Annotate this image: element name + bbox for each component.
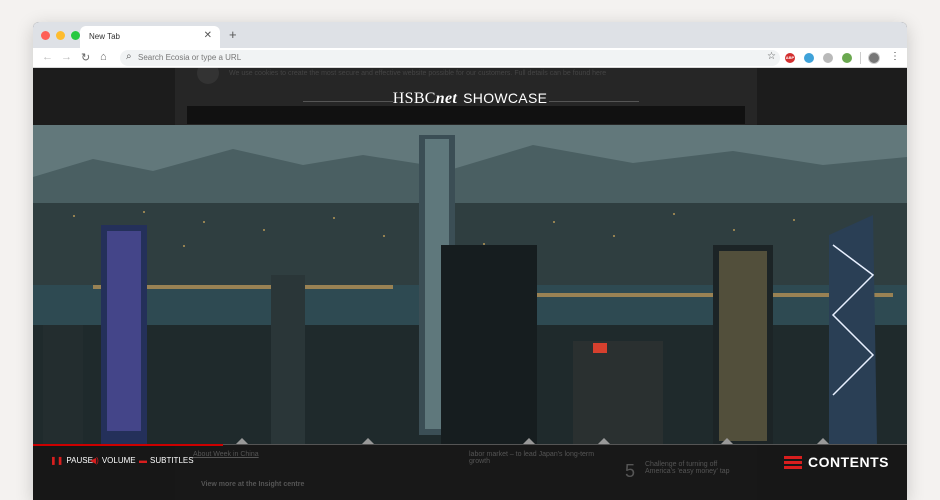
omnibox[interactable]: ⌕ Search Ecosia or type a URL ☆ <box>120 50 780 66</box>
subtitles-icon: ▬ <box>139 456 147 465</box>
browser-toolbar: ← → ↻ ⌂ ⌕ Search Ecosia or type a URL ☆ … <box>33 48 907 68</box>
browser-menu-icon[interactable]: ⋮ <box>890 51 900 62</box>
contents-label: CONTENTS <box>808 454 889 470</box>
cloud-extension-icon[interactable] <box>823 53 833 63</box>
background-number: 5 <box>625 461 636 481</box>
cookie-icon <box>197 68 219 84</box>
reload-icon[interactable]: ↻ <box>81 51 90 64</box>
contents-button[interactable]: CONTENTS <box>784 454 889 470</box>
brand-net: net <box>435 90 458 107</box>
brand-line-right <box>549 101 639 102</box>
volume-icon: ◀) <box>90 456 99 465</box>
tower-right-lights <box>719 251 767 441</box>
pause-icon: ❚❚ <box>50 456 64 465</box>
city-skyline-image <box>33 125 907 445</box>
brand-hsbc: HSBC <box>392 90 436 107</box>
volume-button[interactable]: ◀) VOLUME <box>90 456 136 465</box>
tab-close-icon[interactable]: ✕ <box>204 30 212 41</box>
bookmark-star-icon[interactable]: ☆ <box>767 51 776 62</box>
tower-far-left <box>43 325 83 445</box>
brand-showcase: SHOWCASE <box>463 90 548 106</box>
minimize-window-button[interactable] <box>56 31 65 40</box>
search-icon: ⌕ <box>126 51 132 62</box>
chapter-marker[interactable] <box>362 438 374 444</box>
chapter-marker[interactable] <box>236 438 248 444</box>
background-text: Challenge of turning off America's 'easy… <box>645 461 730 475</box>
chapter-marker[interactable] <box>523 438 535 444</box>
new-tab-button[interactable]: + <box>229 27 237 42</box>
volume-label: VOLUME <box>101 456 136 465</box>
progress-bar[interactable] <box>33 444 223 446</box>
pause-label: PAUSE <box>66 456 93 465</box>
background-text: About Week in China <box>193 451 259 458</box>
chapter-marker[interactable] <box>817 438 829 444</box>
tower-left-mid <box>271 275 305 445</box>
hero-video[interactable] <box>33 125 907 445</box>
background-text: View more at the Insight centre <box>201 481 305 488</box>
page-content: We use cookies to create the most secure… <box>33 68 907 500</box>
cookie-text: We use cookies to create the most secure… <box>229 70 607 77</box>
subtitles-button[interactable]: ▬ SUBTITLES <box>139 456 194 465</box>
window-controls <box>41 31 80 40</box>
browser-window: New Tab ✕ + ← → ↻ ⌂ ⌕ Search Ecosia or t… <box>33 22 907 500</box>
video-control-bar: ❚❚ PAUSE ◀) VOLUME ▬ SUBTITLES About Wee… <box>33 438 907 500</box>
green-extension-icon[interactable] <box>842 53 852 63</box>
tower-purple-glow <box>107 231 141 431</box>
home-icon[interactable]: ⌂ <box>100 51 107 63</box>
browser-tab[interactable]: New Tab ✕ <box>80 26 220 48</box>
tab-title: New Tab <box>89 32 120 41</box>
background-text: labor market – to lead Japan's long-term… <box>469 451 595 465</box>
neon-sign <box>593 343 607 353</box>
omnibox-input[interactable]: Search Ecosia or type a URL <box>138 53 241 62</box>
brand-title: HSBCnet SHOWCASE <box>393 90 547 107</box>
tab-strip: New Tab ✕ + <box>33 22 907 48</box>
back-icon[interactable]: ← <box>42 51 53 63</box>
close-window-button[interactable] <box>41 31 50 40</box>
forward-icon[interactable]: → <box>61 51 72 63</box>
pause-button[interactable]: ❚❚ PAUSE <box>50 456 93 465</box>
shield-extension-icon[interactable] <box>804 53 814 63</box>
toolbar-divider <box>860 52 861 64</box>
tower-center-right <box>573 341 663 445</box>
menu-icon <box>784 455 802 469</box>
tower-dark-center <box>441 245 537 445</box>
video-top-band <box>187 106 745 124</box>
chapter-marker[interactable] <box>598 438 610 444</box>
chapter-marker[interactable] <box>721 438 733 444</box>
adblock-extension-icon[interactable]: ABP <box>785 53 795 63</box>
profile-avatar[interactable] <box>868 52 880 64</box>
brand-line-left <box>303 101 393 102</box>
cookie-banner: We use cookies to create the most secure… <box>187 68 747 86</box>
maximize-window-button[interactable] <box>71 31 80 40</box>
tower-boc <box>829 215 877 445</box>
subtitles-label: SUBTITLES <box>150 456 194 465</box>
